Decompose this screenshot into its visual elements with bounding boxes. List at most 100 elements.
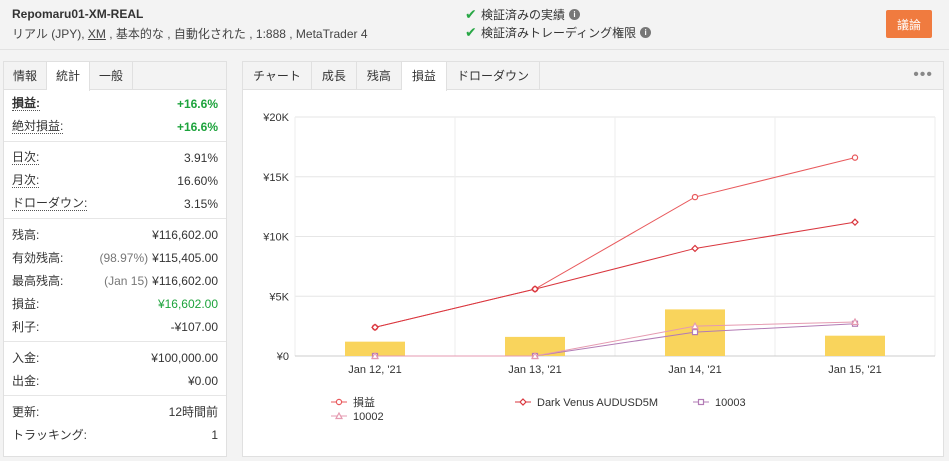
check-icon: ✔	[465, 24, 477, 40]
account-desc-suffix: , 基本的な , 自動化された , 1:888 , MetaTrader 4	[105, 27, 368, 41]
interest-value: -¥107.00	[170, 319, 218, 334]
drawdown-label[interactable]: ドローダウン:	[12, 196, 88, 211]
highest-label: 最高残高:	[12, 274, 64, 288]
y-tick-label: ¥0	[276, 351, 289, 363]
profit-label: 損益:	[12, 297, 40, 311]
tracking-label: トラッキング:	[12, 428, 87, 442]
divider	[4, 218, 226, 219]
gain-label[interactable]: 損益:	[12, 96, 40, 111]
tab-balance[interactable]: 残高	[357, 62, 402, 89]
stat-row-withdrawals: 出金: ¥0.00	[12, 369, 218, 392]
chart-tab-bar: チャート 成長 残高 損益 ドローダウン	[243, 62, 943, 91]
stat-row-drawdown: ドローダウン: 3.15%	[12, 192, 218, 215]
account-desc-prefix: リアル (JPY),	[12, 27, 88, 41]
abs-gain-value: +16.6%	[176, 119, 218, 134]
series-point	[691, 329, 699, 336]
x-tick-label: Jan 15, '21	[828, 364, 881, 376]
legend-label: 損益	[353, 395, 375, 409]
profit-value: ¥16,602.00	[157, 296, 218, 311]
abs-gain-label[interactable]: 絶対損益:	[12, 119, 64, 134]
balance-label: 残高:	[12, 228, 40, 242]
tracking-value: 1	[211, 427, 218, 442]
stat-row-updated: 更新: 12時間前	[12, 400, 218, 423]
check-icon: ✔	[465, 6, 477, 22]
equity-value-wrap: (98.97%) ¥115,405.00	[99, 251, 218, 265]
monthly-label[interactable]: 月次:	[12, 173, 40, 188]
more-dots-icon[interactable]: •••	[913, 66, 933, 84]
tab-general[interactable]: 一般	[90, 62, 134, 89]
withdrawals-value: ¥0.00	[187, 373, 218, 388]
stat-row-abs-gain: 絶対損益: +16.6%	[12, 115, 218, 138]
profit-chart: ¥0 ¥5K ¥10K ¥15K ¥20K Jan 12, '21 Jan 13, '21 J…	[262, 112, 936, 423]
account-header: Repomaru01-XM-REAL リアル (JPY), XM , 基本的な …	[0, 0, 949, 50]
stat-row-gain: 損益: +16.6%	[12, 92, 218, 115]
chart-panel: チャート 成長 残高 損益 ドローダウン ••• ¥0 ¥5K ¥10K ¥15K ¥2…	[242, 61, 944, 457]
drawdown-value: 3.15%	[183, 196, 218, 211]
y-tick-label: ¥10K	[262, 232, 289, 244]
stat-row-highest: 最高残高: (Jan 15) ¥116,602.00	[12, 269, 218, 292]
highest-value-wrap: (Jan 15) ¥116,602.00	[104, 274, 218, 288]
info-icon[interactable]: i	[569, 9, 581, 20]
stat-row-tracking: トラッキング: 1	[12, 423, 218, 446]
equity-label: 有効残高:	[12, 251, 64, 265]
verified-trading-label: 検証済みトレーディング権限	[481, 26, 637, 40]
tab-chart[interactable]: チャート	[243, 62, 312, 89]
account-name: Repomaru01-XM-REAL	[12, 7, 144, 21]
series-point	[850, 317, 860, 326]
verified-trading-privileges: ✔ 検証済みトレーディング権限 i	[465, 24, 652, 41]
account-description: リアル (JPY), XM , 基本的な , 自動化された , 1:888 , …	[12, 25, 368, 42]
stat-row-balance: 残高: ¥116,602.00	[12, 223, 218, 246]
x-tick-label: Jan 14, '21	[668, 364, 721, 376]
legend-label: 10003	[715, 397, 746, 409]
stat-row-interest: 利子: -¥107.00	[12, 315, 218, 338]
stat-row-equity: 有効残高: (98.97%) ¥115,405.00	[12, 246, 218, 269]
tab-profit[interactable]: 損益	[401, 62, 447, 91]
discuss-button[interactable]: 議論	[886, 10, 932, 38]
highest-note: (Jan 15)	[104, 273, 149, 288]
gain-value: +16.6%	[176, 96, 218, 111]
interest-label: 利子:	[12, 320, 40, 334]
legend-label: 10002	[353, 411, 384, 423]
profit-bar	[825, 335, 885, 356]
legend-marker	[334, 411, 344, 420]
equity-note: (98.97%)	[99, 250, 149, 265]
tab-info[interactable]: 情報	[4, 62, 48, 89]
legend-marker	[519, 398, 527, 406]
x-tick-label: Jan 13, '21	[508, 364, 561, 376]
highest-value: ¥116,602.00	[152, 273, 218, 288]
tab-growth[interactable]: 成長	[312, 62, 357, 89]
series-point	[851, 218, 859, 227]
updated-label: 更新:	[12, 405, 40, 419]
deposits-label: 入金:	[12, 351, 40, 365]
y-tick-label: ¥20K	[262, 112, 289, 124]
stats-list: 損益: +16.6% 絶対損益: +16.6% 日次: 3.91% 月次: 16…	[4, 92, 226, 446]
deposits-value: ¥100,000.00	[151, 350, 218, 365]
verified-track-record: ✔ 検証済みの実績 i	[465, 6, 581, 23]
series-point	[691, 244, 699, 253]
daily-value: 3.91%	[183, 150, 218, 165]
stats-panel: 情報 統計 一般 損益: +16.6% 絶対損益: +16.6% 日次: 3.9…	[3, 61, 227, 457]
y-tick-label: ¥5K	[268, 291, 289, 303]
series-point	[691, 193, 699, 201]
daily-label[interactable]: 日次:	[12, 150, 40, 165]
divider	[4, 341, 226, 342]
updated-value: 12時間前	[168, 405, 218, 419]
divider	[4, 141, 226, 142]
broker-link[interactable]: XM	[88, 27, 106, 41]
tab-stats[interactable]: 統計	[47, 62, 91, 91]
stat-row-profit: 損益: ¥16,602.00	[12, 292, 218, 315]
info-icon[interactable]: i	[640, 27, 652, 38]
balance-value: ¥116,602.00	[152, 227, 218, 242]
x-tick-label: Jan 12, '21	[348, 364, 401, 376]
legend-label: Dark Venus AUDUSD5M	[537, 397, 658, 409]
monthly-value: 16.60%	[177, 173, 218, 188]
legend-marker	[335, 398, 343, 406]
series-point	[851, 154, 859, 161]
stat-row-daily: 日次: 3.91%	[12, 146, 218, 169]
y-tick-label: ¥15K	[262, 172, 289, 184]
legend-marker	[697, 398, 705, 406]
verified-track-label: 検証済みの実績	[481, 8, 566, 22]
withdrawals-label: 出金:	[12, 374, 40, 388]
stat-row-monthly: 月次: 16.60%	[12, 169, 218, 192]
tab-drawdown[interactable]: ドローダウン	[447, 62, 540, 89]
